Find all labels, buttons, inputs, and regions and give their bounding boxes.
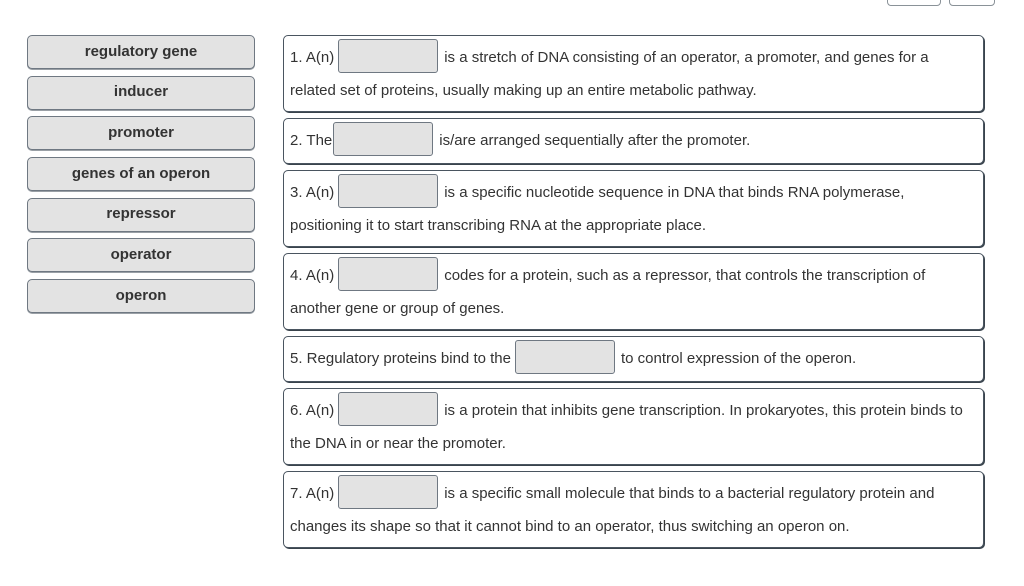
drop-zone-6[interactable] — [338, 392, 439, 427]
question-4-prefix: 4. A(n) — [290, 267, 335, 284]
drop-zone-4[interactable] — [338, 257, 439, 292]
draggable-term-regulatory-gene[interactable]: regulatory gene — [27, 35, 255, 69]
question-2-text: is/are arranged sequentially after the p… — [439, 132, 751, 149]
draggable-term-operon[interactable]: operon — [27, 279, 255, 314]
question-5: 5. Regulatory proteins bind to the to con… — [283, 336, 984, 382]
drop-zone-2[interactable] — [333, 122, 434, 157]
question-4: 4. A(n) codes for a protein, such as a re… — [283, 253, 984, 330]
draggable-term-repressor[interactable]: repressor — [27, 197, 255, 232]
top-button-1[interactable] — [887, 0, 941, 6]
drop-zone-7[interactable] — [338, 475, 439, 510]
question-7: 7. A(n) is a specific small molecule that… — [283, 471, 984, 548]
draggable-term-promoter[interactable]: promoter — [27, 116, 255, 151]
question-1-prefix: 1. A(n) — [290, 49, 335, 66]
question-list: 1. A(n) is a stretch of DNA consisting of… — [283, 35, 984, 554]
drop-zone-5[interactable] — [514, 340, 615, 375]
draggable-term-inducer[interactable]: inducer — [27, 75, 255, 110]
draggable-term-genes-of-an-operon[interactable]: genes of an operon — [27, 157, 255, 192]
drop-zone-1[interactable] — [338, 39, 439, 74]
question-3-prefix: 3. A(n) — [290, 184, 335, 201]
question-1: 1. A(n) is a stretch of DNA consisting of… — [283, 35, 984, 112]
question-3: 3. A(n) is a specific nucleotide sequence… — [283, 170, 984, 247]
question-6-prefix: 6. A(n) — [290, 402, 335, 419]
question-2-prefix: 2. The — [290, 132, 333, 149]
question-5-text: to control expression of the operon. — [620, 350, 857, 367]
draggable-term-operator[interactable]: operator — [27, 238, 255, 273]
top-button-2[interactable] — [949, 0, 995, 6]
question-6: 6. A(n) is a protein that inhibits gene t… — [283, 388, 984, 465]
question-7-prefix: 7. A(n) — [290, 485, 335, 502]
question-5-prefix: 5. Regulatory proteins bind to the — [290, 350, 511, 367]
word-bank: regulatory gene inducer promoter genes o… — [27, 35, 255, 320]
question-2: 2. The is/are arranged sequentially after… — [283, 118, 984, 164]
drop-zone-3[interactable] — [338, 174, 439, 209]
